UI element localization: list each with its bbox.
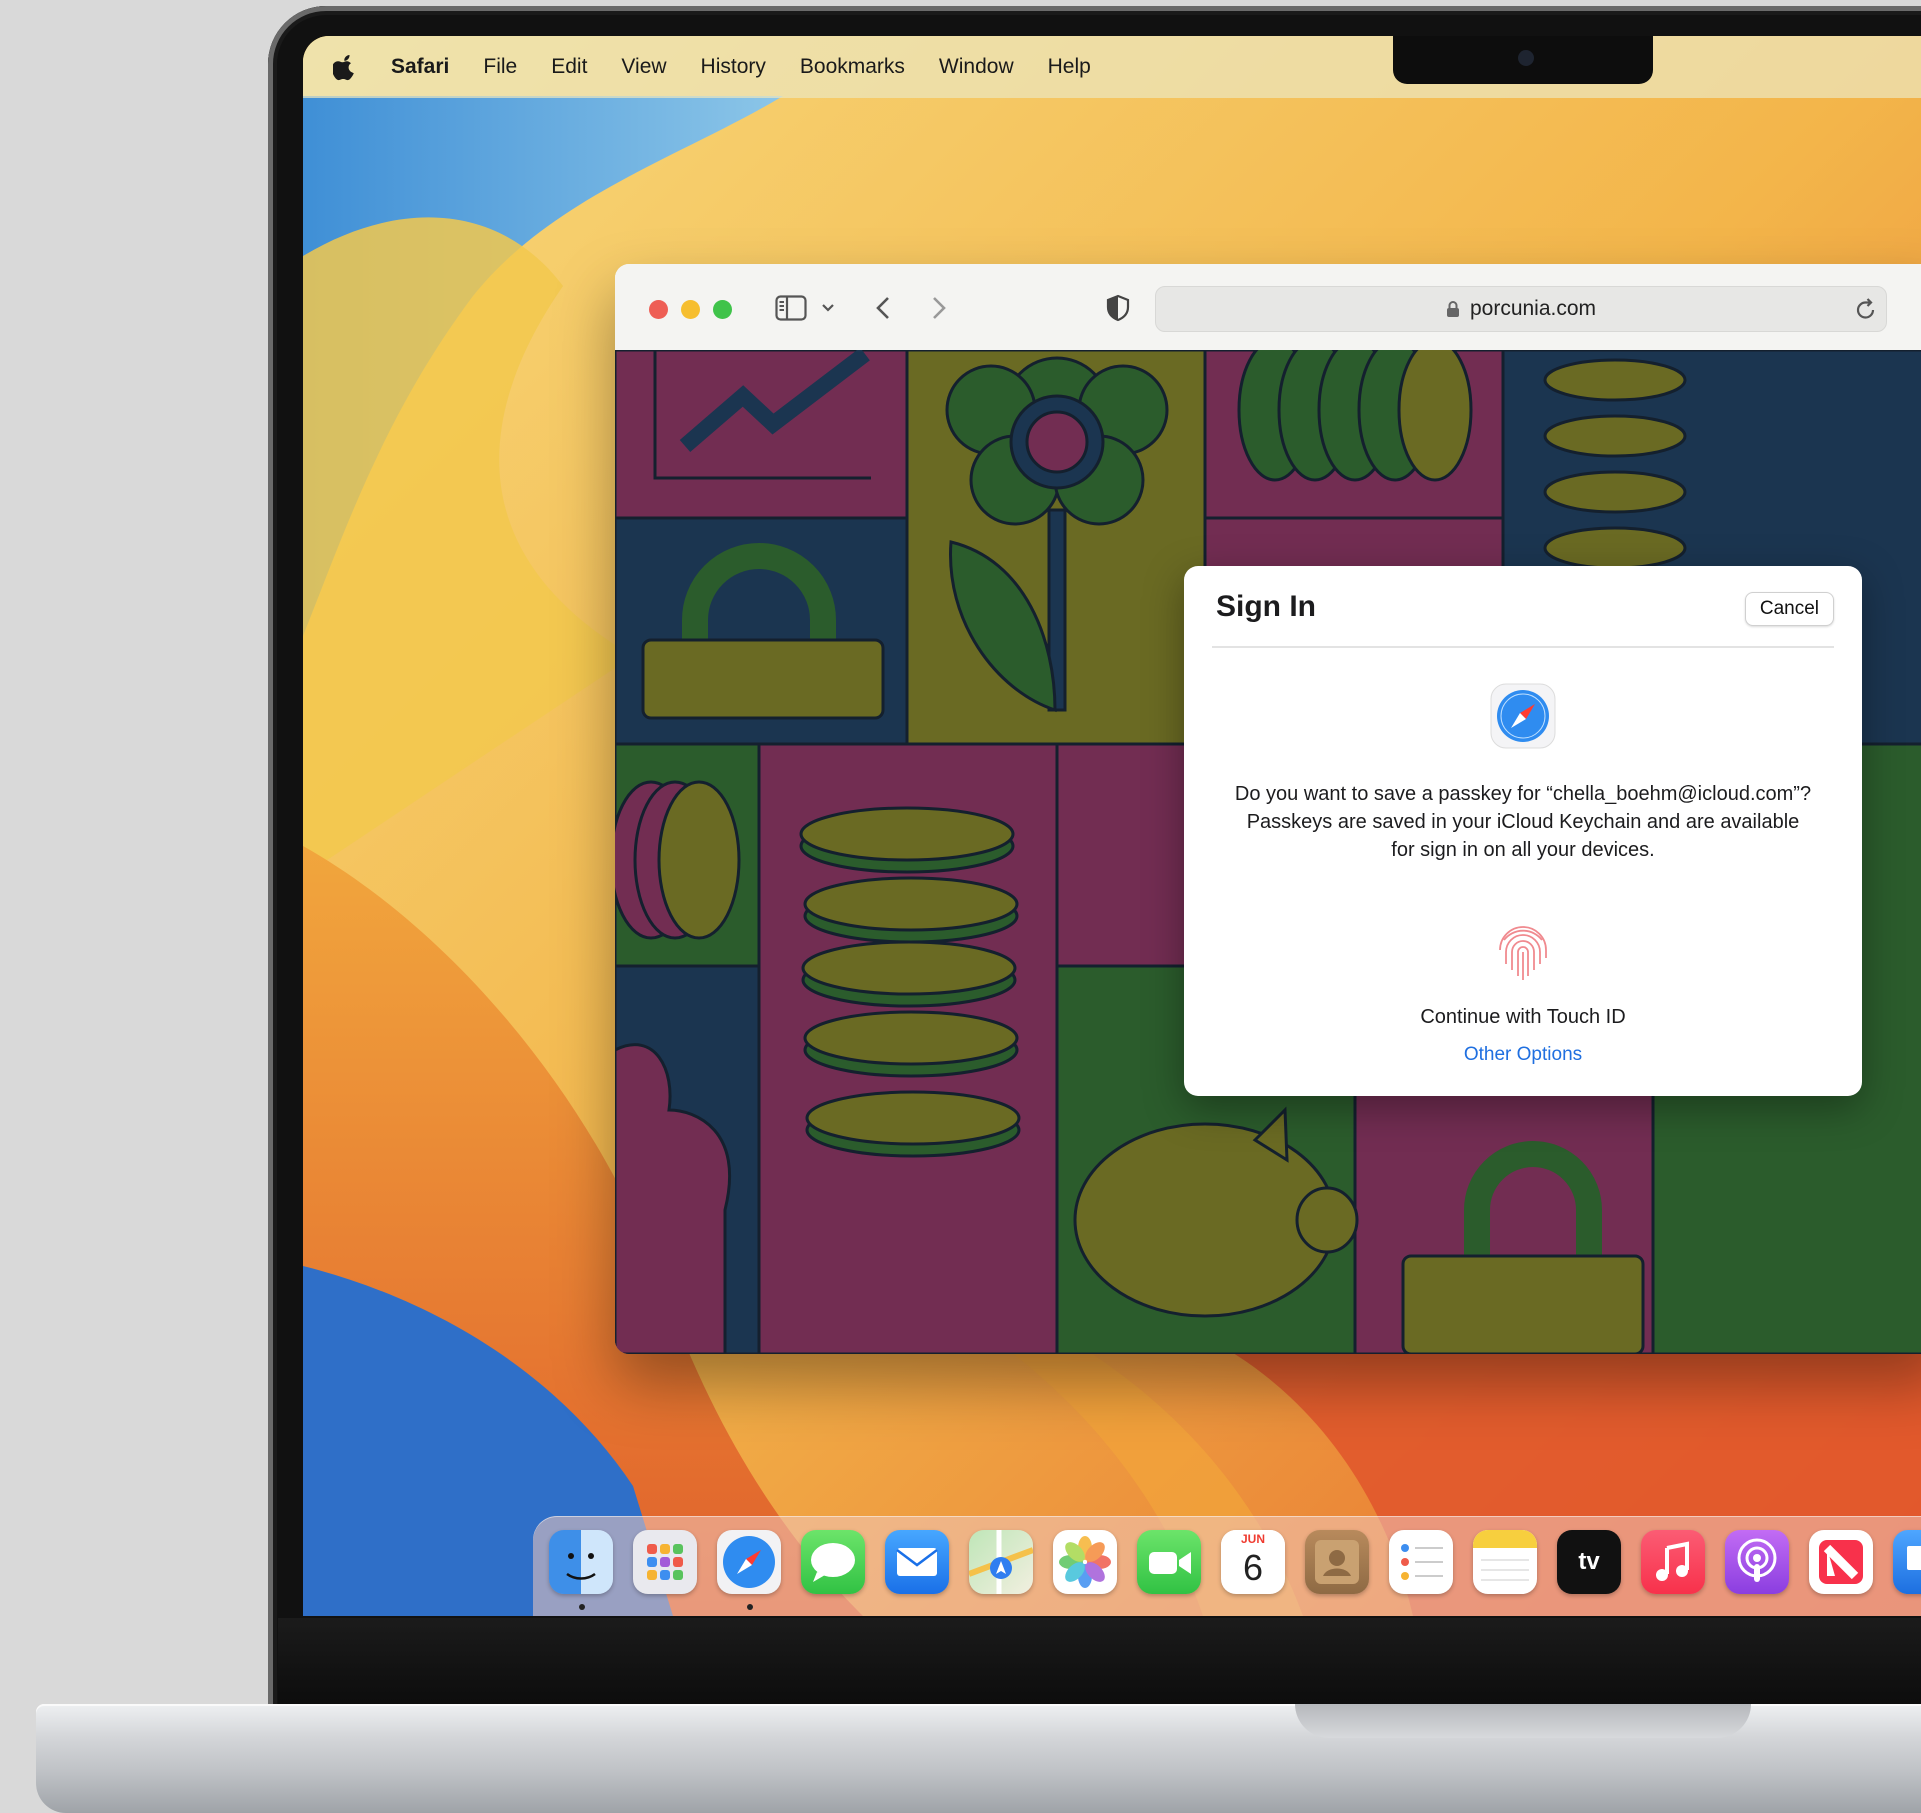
menu-bar: Safari File Edit View History Bookmarks …	[303, 36, 1921, 98]
menu-help[interactable]: Help	[1048, 55, 1091, 79]
lock-icon	[1446, 301, 1459, 317]
passkey-message: Do you want to save a passkey for “chell…	[1234, 783, 1812, 861]
laptop-opening-notch	[1295, 1704, 1751, 1738]
sidebar-toggle-icon[interactable]	[773, 292, 809, 324]
menu-bookmarks[interactable]: Bookmarks	[800, 55, 905, 79]
dock: JUN 6 tv	[533, 1516, 1921, 1616]
menu-view[interactable]: View	[621, 55, 666, 79]
dock-podcasts-icon[interactable]	[1725, 1530, 1789, 1594]
screen: Safari File Edit View History Bookmarks …	[303, 36, 1921, 1616]
browser-toolbar: porcunia.com	[615, 264, 1921, 351]
close-window-button[interactable]	[649, 300, 668, 319]
dock-safari-icon[interactable]	[717, 1530, 781, 1594]
dock-news-icon[interactable]	[1809, 1530, 1873, 1594]
minimize-window-button[interactable]	[681, 300, 700, 319]
cancel-button[interactable]: Cancel	[1744, 592, 1834, 626]
tv-label: tv	[1578, 1548, 1600, 1575]
address-bar[interactable]: porcunia.com	[1155, 286, 1887, 332]
dialog-title: Sign In	[1216, 590, 1316, 623]
dock-apple-tv-icon[interactable]: tv	[1557, 1530, 1621, 1594]
dock-music-icon[interactable]	[1641, 1530, 1705, 1594]
safari-icon	[1490, 683, 1556, 749]
url-text: porcunia.com	[1469, 297, 1597, 320]
safari-running-indicator	[747, 1604, 753, 1610]
other-options-link[interactable]: Other Options	[1184, 1044, 1862, 1066]
dock-notes-icon[interactable]	[1473, 1530, 1537, 1594]
dock-keynote-icon[interactable]	[1893, 1530, 1921, 1594]
forward-button-icon[interactable]	[927, 292, 951, 324]
back-button-icon[interactable]	[871, 292, 895, 324]
privacy-shield-icon[interactable]	[1105, 292, 1131, 324]
apple-logo-icon[interactable]	[333, 53, 357, 81]
zoom-window-button[interactable]	[713, 300, 732, 319]
dock-maps-icon[interactable]	[969, 1530, 1033, 1594]
dock-photos-icon[interactable]	[1053, 1530, 1117, 1594]
menu-window[interactable]: Window	[939, 55, 1014, 79]
dock-messages-icon[interactable]	[801, 1530, 865, 1594]
menu-history[interactable]: History	[701, 55, 766, 79]
menu-edit[interactable]: Edit	[551, 55, 587, 79]
finder-running-indicator	[579, 1604, 585, 1610]
dock-calendar-icon[interactable]: JUN 6	[1221, 1530, 1285, 1594]
fingerprint-icon[interactable]	[1490, 918, 1556, 984]
menu-app-name[interactable]: Safari	[391, 55, 449, 79]
continue-touch-id-label[interactable]: Continue with Touch ID	[1184, 1006, 1862, 1029]
chevron-down-icon[interactable]	[819, 292, 837, 324]
dock-launchpad-icon[interactable]	[633, 1530, 697, 1594]
screen-bottom-bezel	[278, 1618, 1921, 1708]
reload-icon[interactable]	[1853, 293, 1879, 325]
camera-icon	[1518, 50, 1534, 66]
calendar-day: 6	[1242, 1547, 1264, 1588]
dock-finder-icon[interactable]	[549, 1530, 613, 1594]
dock-contacts-icon[interactable]	[1305, 1530, 1369, 1594]
menu-file[interactable]: File	[483, 55, 517, 79]
dock-reminders-icon[interactable]	[1389, 1530, 1453, 1594]
passkey-sign-in-dialog: Sign In Cancel Do you want to save a pas…	[1184, 566, 1862, 1096]
dock-facetime-icon[interactable]	[1137, 1530, 1201, 1594]
dialog-divider	[1212, 646, 1834, 648]
dock-mail-icon[interactable]	[885, 1530, 949, 1594]
